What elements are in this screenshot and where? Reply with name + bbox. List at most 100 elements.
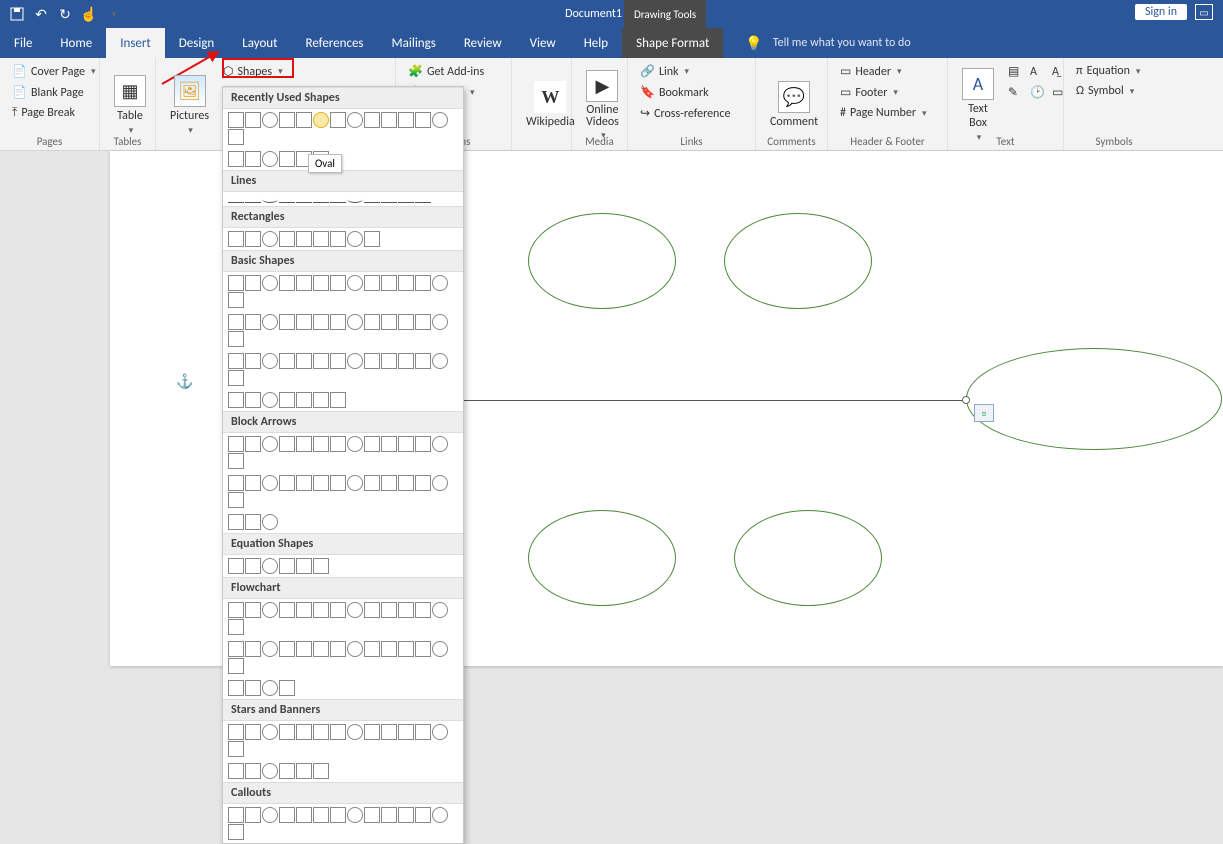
cover-page-button[interactable]: 📄 Cover Page [8,62,91,81]
gallery-shape[interactable] [347,353,363,369]
gallery-shape[interactable] [381,314,397,330]
symbol-button[interactable]: Ω Symbol [1072,82,1156,100]
gallery-shape[interactable] [347,436,363,452]
gallery-shape[interactable] [279,807,295,823]
gallery-shape[interactable] [313,392,329,408]
gallery-shape[interactable] [330,112,346,128]
gallery-shape[interactable] [330,231,346,247]
gallery-shape[interactable] [228,741,244,757]
gallery-shape[interactable] [228,275,244,291]
gallery-shape[interactable] [279,475,295,491]
tab-shape-format[interactable]: Shape Format [622,28,723,58]
gallery-shape[interactable] [228,658,244,674]
gallery-shape[interactable] [262,151,278,167]
gallery-shape[interactable] [262,558,278,574]
gallery-shape[interactable] [347,275,363,291]
connector-line[interactable] [464,400,966,401]
gallery-shape[interactable] [398,807,414,823]
gallery-shape[interactable] [381,436,397,452]
gallery-shape[interactable] [279,314,295,330]
gallery-shape[interactable] [415,641,431,657]
gallery-shape[interactable] [381,475,397,491]
gallery-shape[interactable] [432,353,448,369]
gallery-shape[interactable] [228,331,244,347]
gallery-shape[interactable] [347,641,363,657]
tab-layout[interactable]: Layout [228,28,291,58]
gallery-shape[interactable] [279,195,295,203]
gallery-shape[interactable] [296,275,312,291]
gallery-shape[interactable] [432,807,448,823]
gallery-shape[interactable] [364,195,380,203]
gallery-shape[interactable] [364,602,380,618]
gallery-shape[interactable] [313,807,329,823]
equation-button[interactable]: π Equation [1072,62,1156,80]
gallery-shape[interactable] [262,602,278,618]
gallery-shape[interactable] [364,353,380,369]
gallery-shape[interactable] [330,195,346,203]
selection-handle[interactable] [962,396,970,404]
get-addins-button[interactable]: 🧩 Get Add-ins [404,62,503,81]
gallery-shape[interactable] [364,314,380,330]
gallery-shape[interactable] [313,231,329,247]
gallery-shape[interactable] [415,475,431,491]
gallery-shape[interactable] [245,195,261,203]
gallery-shape[interactable] [245,807,261,823]
gallery-shape[interactable] [381,807,397,823]
gallery-shape[interactable] [415,353,431,369]
footer-button[interactable]: ▭ Footer [836,83,939,102]
tab-insert[interactable]: Insert [106,28,165,58]
gallery-shape[interactable] [347,602,363,618]
gallery-shape[interactable] [228,231,244,247]
gallery-shape[interactable] [228,436,244,452]
gallery-shape[interactable] [398,724,414,740]
gallery-shape[interactable] [330,602,346,618]
tab-home[interactable]: Home [46,28,106,58]
gallery-shape[interactable] [228,112,244,128]
gallery-shape[interactable] [296,807,312,823]
gallery-shape[interactable] [347,112,363,128]
gallery-shape[interactable] [313,112,329,128]
link-button[interactable]: 🔗 Link [636,62,747,81]
tab-review[interactable]: Review [450,28,516,58]
gallery-shape[interactable] [279,353,295,369]
sign-in-button[interactable]: Sign in [1135,4,1187,20]
gallery-shape[interactable] [313,353,329,369]
gallery-shape[interactable] [313,558,329,574]
gallery-shape[interactable] [313,436,329,452]
gallery-shape[interactable] [228,602,244,618]
gallery-shape[interactable] [296,602,312,618]
gallery-shape[interactable] [279,602,295,618]
gallery-shape[interactable] [228,641,244,657]
gallery-shape[interactable] [330,275,346,291]
gallery-shape[interactable] [313,475,329,491]
gallery-shape[interactable] [245,641,261,657]
gallery-shape[interactable] [381,195,397,203]
gallery-shape[interactable] [432,112,448,128]
bookmark-button[interactable]: 🔖 Bookmark [636,83,747,102]
gallery-shape[interactable] [228,151,244,167]
gallery-shape[interactable] [279,680,295,696]
gallery-shape[interactable] [415,436,431,452]
gallery-shape[interactable] [262,514,278,530]
gallery-shape[interactable] [381,275,397,291]
gallery-shape[interactable] [228,195,244,203]
gallery-shape[interactable] [262,807,278,823]
gallery-shape[interactable] [415,275,431,291]
gallery-shape[interactable] [228,514,244,530]
shapes-gallery[interactable]: Recently Used ShapesLinesRectanglesBasic… [222,86,464,844]
gallery-shape[interactable] [228,680,244,696]
gallery-shape[interactable] [262,195,278,203]
gallery-shape[interactable] [228,353,244,369]
wordart-icon[interactable]: A [1026,62,1046,81]
gallery-shape[interactable] [296,231,312,247]
gallery-shape[interactable] [432,475,448,491]
gallery-shape[interactable] [313,641,329,657]
gallery-shape[interactable] [330,724,346,740]
gallery-shape[interactable] [262,314,278,330]
gallery-shape[interactable] [313,275,329,291]
gallery-shape[interactable] [347,195,363,203]
gallery-shape[interactable] [364,641,380,657]
gallery-shape[interactable] [262,436,278,452]
gallery-shape[interactable] [364,275,380,291]
gallery-shape[interactable] [228,370,244,386]
